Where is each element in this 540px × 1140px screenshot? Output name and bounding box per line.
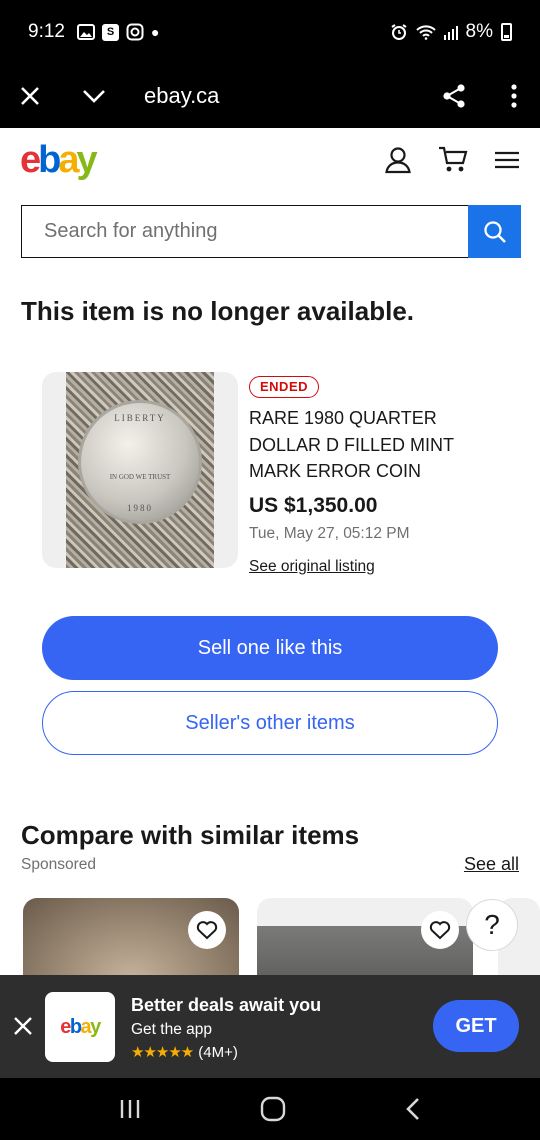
url-text[interactable]: ebay.ca xyxy=(144,83,219,109)
similar-item-card[interactable] xyxy=(23,898,239,980)
notification-dot-icon: ● xyxy=(150,24,160,40)
dismiss-banner-button[interactable] xyxy=(8,1011,38,1041)
item-title: RARE 1980 QUARTER DOLLAR D FILLED MINT M… xyxy=(249,408,454,481)
get-app-button[interactable]: GET xyxy=(433,1000,519,1052)
coin-image: LIBERTY IN GOD WE TRUST 1980 xyxy=(78,400,202,524)
browser-toolbar: ebay.ca xyxy=(0,64,540,128)
back-icon[interactable] xyxy=(405,1097,421,1121)
signal-icon xyxy=(443,24,458,40)
home-icon[interactable] xyxy=(260,1096,286,1122)
menu-button[interactable] xyxy=(484,64,540,128)
ended-badge: ENDED xyxy=(249,376,320,398)
item-end-date: Tue, May 27, 05:12 PM xyxy=(249,525,410,542)
more-vertical-icon xyxy=(511,84,517,108)
search-button[interactable] xyxy=(468,205,521,258)
item-price: US $1,350.00 xyxy=(249,494,378,517)
ebay-app-icon: ebay xyxy=(45,992,115,1062)
star-icons: ★★★★★ xyxy=(131,1044,194,1061)
search-icon xyxy=(483,220,506,243)
see-original-listing-link[interactable]: See original listing xyxy=(249,558,375,576)
banner-title: Better deals await you xyxy=(131,995,322,1015)
similar-item-card[interactable] xyxy=(257,898,473,980)
instagram-icon xyxy=(126,23,144,41)
sponsored-label: Sponsored xyxy=(21,856,96,873)
banner-subtitle: Get the app xyxy=(131,1021,213,1038)
search-input[interactable] xyxy=(21,205,468,258)
recent-apps-icon[interactable] xyxy=(119,1098,141,1120)
rating-stars: ★★★★★ (4M+) xyxy=(131,1043,238,1061)
sell-one-like-this-button[interactable]: Sell one like this xyxy=(42,616,498,680)
page-title: This item is no longer available. xyxy=(21,296,414,326)
screen: 9:12 S ● 8% ebay.ca ebay This item is no… xyxy=(0,0,540,1140)
sellers-other-items-button[interactable]: Seller's other items xyxy=(42,691,498,755)
close-icon xyxy=(14,1017,32,1035)
battery-icon xyxy=(501,23,512,41)
share-icon xyxy=(443,84,465,108)
collapse-button[interactable] xyxy=(64,64,124,128)
see-all-link[interactable]: See all xyxy=(464,854,519,875)
close-icon xyxy=(21,87,39,105)
status-time: 9:12 xyxy=(28,21,65,42)
watch-button[interactable] xyxy=(188,911,226,949)
share-button[interactable] xyxy=(424,64,484,128)
site-header: ebay xyxy=(0,128,540,192)
watch-button[interactable] xyxy=(421,911,459,949)
help-button[interactable]: ? xyxy=(466,899,518,951)
ebay-logo[interactable]: ebay xyxy=(20,141,98,179)
wifi-icon xyxy=(415,25,436,40)
rating-count: (4M+) xyxy=(198,1044,238,1061)
account-icon[interactable] xyxy=(384,146,412,174)
similar-items-heading: Compare with similar items xyxy=(21,820,360,850)
battery-percent: 8% xyxy=(465,21,493,42)
gallery-icon xyxy=(76,24,95,40)
heart-icon xyxy=(196,921,218,940)
cart-icon[interactable] xyxy=(438,146,468,174)
ended-item-card: LIBERTY IN GOD WE TRUST 1980 ENDED RARE … xyxy=(42,372,502,582)
system-nav-bar xyxy=(0,1078,540,1140)
search-bar xyxy=(21,205,521,258)
close-tab-button[interactable] xyxy=(0,64,60,128)
s-app-icon: S xyxy=(101,23,119,41)
status-bar: 9:12 S ● 8% xyxy=(0,0,540,64)
heart-icon xyxy=(429,921,451,940)
chevron-down-icon xyxy=(83,90,105,103)
app-download-banner: ebay Better deals await you Get the app … xyxy=(0,975,540,1078)
alarm-icon xyxy=(390,24,407,40)
item-image[interactable]: LIBERTY IN GOD WE TRUST 1980 xyxy=(42,372,238,568)
hamburger-menu-icon[interactable] xyxy=(494,150,520,170)
